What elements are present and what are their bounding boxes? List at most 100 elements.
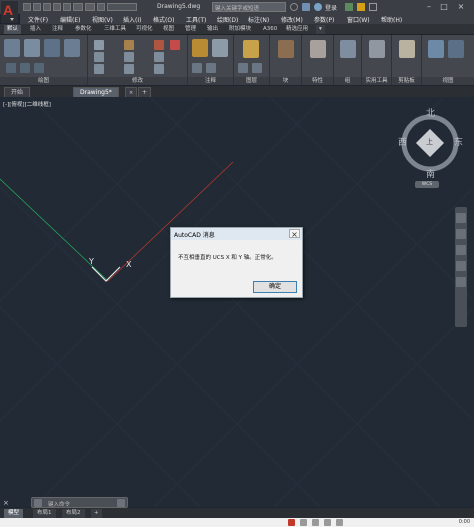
command-input[interactable]: 键入命令 xyxy=(48,500,70,508)
command-history-icon[interactable] xyxy=(117,499,125,507)
panel-groups-label[interactable]: 组 xyxy=(334,77,361,85)
menu-parametric[interactable]: 参数(P) xyxy=(314,15,334,24)
open-file-icon[interactable] xyxy=(33,3,41,11)
file-tab-start[interactable]: 开始 xyxy=(4,87,31,97)
line-icon[interactable] xyxy=(4,39,20,57)
new-file-icon[interactable] xyxy=(23,3,31,11)
paste-icon[interactable] xyxy=(399,40,415,58)
compass-east[interactable]: 东 xyxy=(454,135,463,148)
save-as-icon[interactable] xyxy=(53,3,61,11)
file-tab-drawing5[interactable]: Drawing5* xyxy=(73,87,119,97)
wcs-menu[interactable]: WCS xyxy=(415,181,439,188)
minimize-icon[interactable]: – xyxy=(423,1,435,12)
menu-dimension[interactable]: 标注(N) xyxy=(248,15,269,24)
match-properties-icon[interactable] xyxy=(310,40,326,58)
dialog-title-bar[interactable]: AutoCAD 消息 × xyxy=(171,228,302,240)
menu-modify[interactable]: 修改(M) xyxy=(281,15,303,24)
move-icon[interactable] xyxy=(94,40,104,50)
panel-draw-label[interactable]: 绘图 xyxy=(0,77,87,85)
panel-clipboard-label[interactable]: 剪贴板 xyxy=(392,77,421,85)
status-icon-2[interactable] xyxy=(300,519,307,526)
orbit-icon[interactable] xyxy=(456,261,466,271)
compass-north[interactable]: 北 xyxy=(426,106,435,119)
layer-dropdown-icon[interactable] xyxy=(252,63,262,73)
redo-icon[interactable] xyxy=(85,3,95,11)
command-prompt-icon[interactable] xyxy=(34,499,42,507)
view-icon[interactable] xyxy=(428,40,444,58)
fillet-icon[interactable] xyxy=(154,52,164,62)
tab-home[interactable]: 默认 xyxy=(4,25,22,34)
panel-view-label[interactable]: 视图 xyxy=(422,77,474,85)
tab-insert[interactable]: 插入 xyxy=(27,25,44,34)
group-icon[interactable] xyxy=(340,40,356,58)
command-line-close-icon[interactable]: × xyxy=(3,499,9,507)
maximize-icon[interactable]: □ xyxy=(438,1,450,12)
tab-visualize[interactable]: 可视化 xyxy=(133,25,156,34)
help-icon[interactable] xyxy=(369,3,377,11)
print-icon[interactable] xyxy=(63,3,71,11)
panel-layers-label[interactable]: 图层 xyxy=(234,77,269,85)
drawing-canvas[interactable]: Y X [-][俯视][二维线框] 北 南 东 西 上 WCS xyxy=(0,97,474,507)
status-icon-1[interactable] xyxy=(288,519,295,526)
menu-file[interactable]: 文件(F) xyxy=(28,15,48,24)
viewport-controls[interactable]: [-][俯视][二维线框] xyxy=(3,100,51,108)
compass-south[interactable]: 南 xyxy=(426,167,435,180)
hatch-icon[interactable] xyxy=(20,63,30,73)
undo-icon[interactable] xyxy=(73,3,83,11)
mirror-icon[interactable] xyxy=(124,52,134,62)
tab-addins[interactable]: 附加模块 xyxy=(226,25,254,34)
layout-tab-layout1[interactable]: 布局1 xyxy=(33,509,56,518)
trim-icon[interactable] xyxy=(154,40,164,50)
stretch-icon[interactable] xyxy=(94,64,104,74)
compass-west[interactable]: 西 xyxy=(398,135,407,148)
menu-draw[interactable]: 绘图(D) xyxy=(217,15,238,24)
rectangle-icon[interactable] xyxy=(6,63,16,73)
insert-block-icon[interactable] xyxy=(278,40,294,58)
layer-properties-icon[interactable] xyxy=(243,40,259,58)
panel-modify-label[interactable]: 修改 xyxy=(88,77,187,85)
text-icon[interactable] xyxy=(192,39,208,57)
login-label[interactable]: 登录 xyxy=(325,3,337,12)
user-icon[interactable] xyxy=(314,3,322,11)
autodesk-app-store-icon[interactable] xyxy=(345,3,353,11)
menu-edit[interactable]: 编辑(E) xyxy=(60,15,80,24)
showmotion-icon[interactable] xyxy=(456,277,466,287)
layout-tab-layout2[interactable]: 布局2 xyxy=(62,509,85,518)
layer-state-icon[interactable] xyxy=(238,63,248,73)
zoom-extents-icon[interactable] xyxy=(456,245,466,255)
polyline-icon[interactable] xyxy=(24,39,40,57)
tab-annotate[interactable]: 注释 xyxy=(49,25,66,34)
viewcube[interactable]: 北 南 东 西 上 WCS xyxy=(397,106,467,188)
table-icon[interactable] xyxy=(206,63,216,73)
layout-tab-model[interactable]: 模型 xyxy=(4,509,24,518)
tab-manage[interactable]: 管理 xyxy=(182,25,199,34)
arc-icon[interactable] xyxy=(64,39,80,57)
ok-button[interactable]: 确定 xyxy=(253,281,297,293)
tab-output[interactable]: 输出 xyxy=(204,25,221,34)
copy-icon[interactable] xyxy=(94,52,104,62)
panel-utilities-label[interactable]: 实用工具 xyxy=(362,77,391,85)
add-layout-button[interactable]: + xyxy=(91,509,102,518)
tab-3d-tools[interactable]: 三维工具 xyxy=(101,25,129,34)
scale-icon[interactable] xyxy=(124,64,134,74)
infocenter-icon[interactable] xyxy=(302,3,310,11)
ellipse-icon[interactable] xyxy=(34,63,44,73)
ribbon-toggle-button[interactable]: ▾ xyxy=(316,25,325,34)
status-icon-3[interactable] xyxy=(312,519,319,526)
status-icon-4[interactable] xyxy=(324,519,331,526)
workspace-dropdown[interactable] xyxy=(107,3,137,11)
circle-icon[interactable] xyxy=(44,39,60,57)
close-tab-icon[interactable]: × xyxy=(125,87,138,97)
dialog-close-button[interactable]: × xyxy=(289,229,300,239)
steering-wheel-icon[interactable] xyxy=(456,213,466,223)
menu-help[interactable]: 帮助(H) xyxy=(381,15,402,24)
tab-featured-apps[interactable]: 精选应用 xyxy=(283,25,311,34)
rotate-icon[interactable] xyxy=(124,40,134,50)
tab-parametric[interactable]: 参数化 xyxy=(72,25,95,34)
status-icon-5[interactable] xyxy=(336,519,343,526)
dimension-icon[interactable] xyxy=(212,39,228,57)
array-icon[interactable] xyxy=(154,64,164,74)
new-tab-button[interactable]: + xyxy=(138,87,152,97)
panel-annotate-label[interactable]: 注释 xyxy=(188,77,233,85)
menu-format[interactable]: 格式(O) xyxy=(153,15,174,24)
